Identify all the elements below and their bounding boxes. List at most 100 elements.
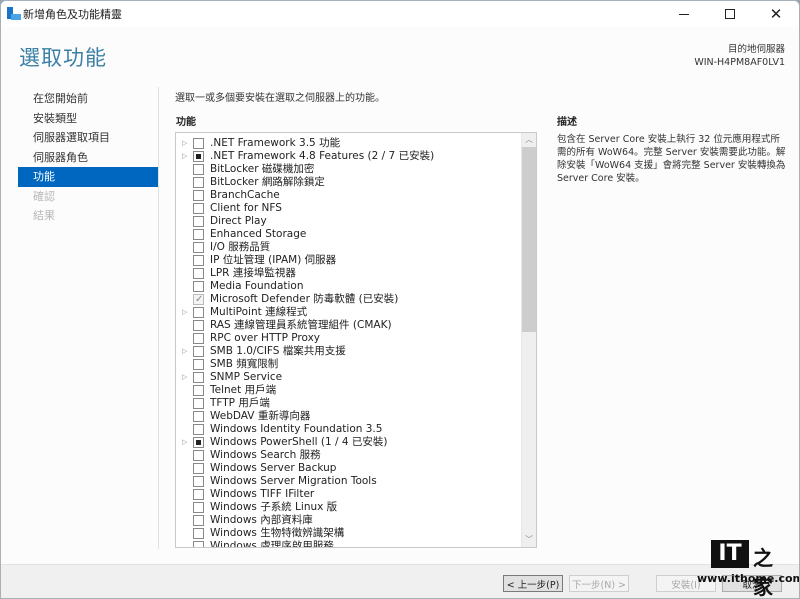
- feature-checkbox[interactable]: [193, 489, 204, 500]
- feature-label: Windows 生物特徵辨識架構: [210, 527, 345, 539]
- feature-item[interactable]: I/O 服務品質: [176, 241, 521, 254]
- feature-checkbox[interactable]: [193, 424, 204, 435]
- feature-label: Direct Play: [210, 215, 267, 227]
- feature-item[interactable]: LPR 連接埠監視器: [176, 267, 521, 280]
- feature-checkbox[interactable]: [193, 372, 204, 383]
- step-before-you-begin[interactable]: 在您開始前: [18, 89, 158, 109]
- scroll-up-icon[interactable]: ︿: [522, 133, 536, 147]
- feature-item[interactable]: Windows Server Migration Tools: [176, 475, 521, 488]
- watermark-logo: IT: [711, 540, 749, 568]
- expand-arrow-icon[interactable]: ▷: [182, 371, 190, 384]
- feature-item[interactable]: ▷ SNMP Service: [176, 371, 521, 384]
- feature-checkbox[interactable]: [193, 528, 204, 539]
- maximize-button[interactable]: [707, 1, 753, 27]
- description-heading: 描述: [557, 117, 577, 128]
- feature-checkbox[interactable]: [193, 190, 204, 201]
- feature-item[interactable]: Windows TIFF IFilter: [176, 488, 521, 501]
- feature-item[interactable]: Client for NFS: [176, 202, 521, 215]
- feature-item[interactable]: Windows Search 服務: [176, 449, 521, 462]
- expand-arrow-icon[interactable]: ▷: [182, 137, 190, 150]
- minimize-button[interactable]: [661, 1, 707, 27]
- features-scrollbar[interactable]: ︿ ﹀: [521, 133, 536, 547]
- feature-item[interactable]: ▷ .NET Framework 4.8 Features (2 / 7 已安裝): [176, 150, 521, 163]
- feature-item[interactable]: Windows 處理序啟用服務: [176, 540, 521, 547]
- feature-checkbox[interactable]: [193, 398, 204, 409]
- feature-item[interactable]: IP 位址管理 (IPAM) 伺服器: [176, 254, 521, 267]
- feature-checkbox[interactable]: [193, 437, 204, 448]
- feature-item[interactable]: SMB 頻寬限制: [176, 358, 521, 371]
- feature-item[interactable]: Direct Play: [176, 215, 521, 228]
- title-bar: 新增角色及功能精靈 ✕: [1, 1, 799, 27]
- feature-label: Windows Identity Foundation 3.5: [210, 423, 383, 435]
- feature-checkbox[interactable]: [193, 281, 204, 292]
- feature-checkbox[interactable]: [193, 515, 204, 526]
- feature-item[interactable]: RAS 連線管理員系統管理組件 (CMAK): [176, 319, 521, 332]
- feature-checkbox[interactable]: [193, 359, 204, 370]
- feature-item[interactable]: Windows 內部資料庫: [176, 514, 521, 527]
- feature-checkbox[interactable]: [193, 463, 204, 474]
- feature-item[interactable]: ▷ Windows PowerShell (1 / 4 已安裝): [176, 436, 521, 449]
- feature-checkbox[interactable]: [193, 502, 204, 513]
- feature-checkbox[interactable]: [193, 541, 204, 547]
- expand-arrow-icon[interactable]: ▷: [182, 306, 190, 319]
- step-features[interactable]: 功能: [18, 167, 158, 187]
- description-text: 包含在 Server Core 安裝上執行 32 位元應用程式所需的所有 WoW…: [557, 134, 786, 184]
- feature-checkbox[interactable]: [193, 450, 204, 461]
- feature-checkbox[interactable]: [193, 346, 204, 357]
- feature-item[interactable]: BranchCache: [176, 189, 521, 202]
- feature-checkbox[interactable]: [193, 203, 204, 214]
- feature-item[interactable]: Enhanced Storage: [176, 228, 521, 241]
- feature-item[interactable]: Telnet 用戶端: [176, 384, 521, 397]
- feature-checkbox[interactable]: [193, 177, 204, 188]
- close-button[interactable]: ✕: [753, 1, 799, 27]
- feature-item[interactable]: Media Foundation: [176, 280, 521, 293]
- wizard-window: 新增角色及功能精靈 ✕ 選取功能 目的地伺服器 WIN-H4PM8AF0LV1 …: [0, 0, 800, 599]
- feature-label: BitLocker 磁碟機加密: [210, 163, 315, 175]
- feature-label: BitLocker 網路解除鎖定: [210, 176, 325, 188]
- feature-checkbox[interactable]: [193, 320, 204, 331]
- minimize-icon: [679, 13, 689, 15]
- feature-label: Windows Server Migration Tools: [210, 475, 377, 487]
- scroll-thumb[interactable]: [522, 147, 536, 332]
- feature-checkbox[interactable]: [193, 151, 204, 162]
- step-installation-type[interactable]: 安裝類型: [18, 109, 158, 129]
- feature-checkbox[interactable]: [193, 476, 204, 487]
- feature-checkbox[interactable]: [193, 268, 204, 279]
- step-server-roles[interactable]: 伺服器角色: [18, 148, 158, 168]
- feature-checkbox[interactable]: [193, 138, 204, 149]
- feature-item[interactable]: RPC over HTTP Proxy: [176, 332, 521, 345]
- feature-item[interactable]: ▷ MultiPoint 連線程式: [176, 306, 521, 319]
- expand-arrow-icon[interactable]: ▷: [182, 436, 190, 449]
- feature-item[interactable]: Microsoft Defender 防毒軟體 (已安裝): [176, 293, 521, 306]
- feature-checkbox[interactable]: [193, 242, 204, 253]
- feature-checkbox[interactable]: [193, 164, 204, 175]
- scroll-down-icon[interactable]: ﹀: [522, 533, 536, 547]
- feature-item[interactable]: WebDAV 重新導向器: [176, 410, 521, 423]
- feature-item[interactable]: ▷ SMB 1.0/CIFS 檔案共用支援: [176, 345, 521, 358]
- previous-button[interactable]: < 上一步(P): [503, 575, 563, 592]
- feature-checkbox[interactable]: [193, 385, 204, 396]
- feature-label: MultiPoint 連線程式: [210, 306, 308, 318]
- feature-label: TFTP 用戶端: [210, 397, 270, 409]
- feature-item[interactable]: BitLocker 磁碟機加密: [176, 163, 521, 176]
- feature-item[interactable]: Windows Server Backup: [176, 462, 521, 475]
- feature-checkbox[interactable]: [193, 229, 204, 240]
- feature-checkbox[interactable]: [193, 255, 204, 266]
- feature-checkbox[interactable]: [193, 307, 204, 318]
- wizard-steps-nav: 在您開始前 安裝類型 伺服器選取項目 伺服器角色 功能 確認 結果: [18, 89, 158, 226]
- step-server-selection[interactable]: 伺服器選取項目: [18, 128, 158, 148]
- features-tree[interactable]: ▷ .NET Framework 3.5 功能 ▷ .NET Framework 4.…: [175, 132, 537, 548]
- feature-item[interactable]: Windows Identity Foundation 3.5: [176, 423, 521, 436]
- feature-label: .NET Framework 4.8 Features (2 / 7 已安裝): [210, 150, 435, 162]
- expand-arrow-icon[interactable]: ▷: [182, 345, 190, 358]
- feature-item[interactable]: BitLocker 網路解除鎖定: [176, 176, 521, 189]
- ithome-watermark: IT 之家 www.ithome.com: [697, 540, 799, 598]
- feature-checkbox[interactable]: [193, 411, 204, 422]
- expand-arrow-icon[interactable]: ▷: [182, 150, 190, 163]
- feature-item[interactable]: Windows 生物特徵辨識架構: [176, 527, 521, 540]
- feature-item[interactable]: TFTP 用戶端: [176, 397, 521, 410]
- feature-item[interactable]: ▷ .NET Framework 3.5 功能: [176, 137, 521, 150]
- feature-item[interactable]: Windows 子系統 Linux 版: [176, 501, 521, 514]
- feature-checkbox[interactable]: [193, 333, 204, 344]
- feature-checkbox[interactable]: [193, 216, 204, 227]
